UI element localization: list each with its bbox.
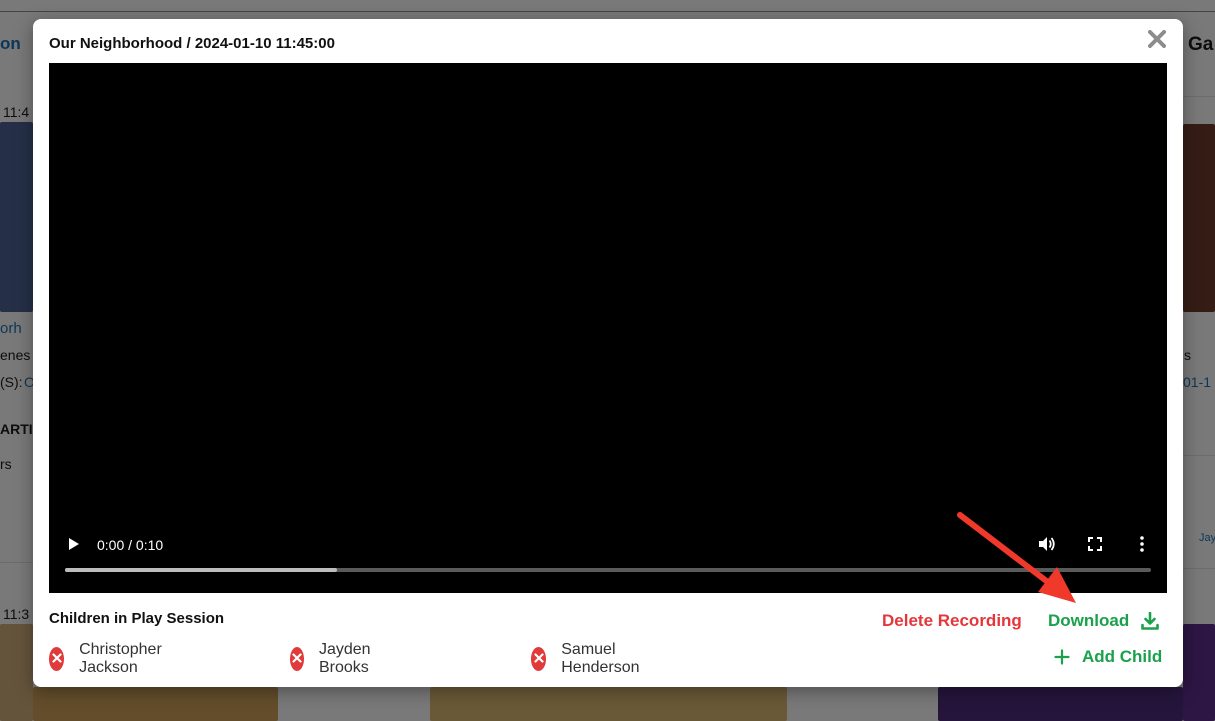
play-button[interactable] [63,535,85,557]
video-time-display: 0:00 / 0:10 [97,537,164,553]
play-icon [68,537,80,556]
fullscreen-icon [1088,536,1102,556]
remove-child-button[interactable] [49,647,65,671]
close-icon [292,650,302,668]
add-child-button[interactable]: Add Child [1054,647,1162,667]
child-name: Samuel Henderson [561,641,640,676]
add-child-label: Add Child [1082,647,1163,666]
children-section-title: Children in Play Session [49,610,225,627]
child-name: Jayden Brooks [318,641,371,676]
child-name: Christopher Jackson [79,641,162,676]
remove-child-button[interactable] [531,647,547,671]
close-button[interactable] [1145,29,1169,53]
volume-icon [1038,536,1056,557]
more-options-button[interactable] [1131,535,1153,557]
fullscreen-button[interactable] [1083,535,1107,557]
close-icon [1148,29,1166,53]
delete-recording-button[interactable]: Delete Recording [882,611,1022,631]
video-player[interactable]: 0:00 / 0:10 [49,63,1167,593]
child-chip: Jayden Brooks [290,641,381,676]
close-icon [534,650,544,668]
video-progress-fill [65,568,337,572]
plus-icon [1054,649,1070,665]
download-label: Download [1048,611,1130,630]
close-icon [51,650,62,668]
child-chip: Samuel Henderson [531,641,648,676]
recording-modal: Our Neighborhood / 2024-01-10 11:45:00 0… [33,19,1183,687]
child-chip: Christopher Jackson [49,641,171,676]
more-options-icon [1140,535,1144,557]
modal-title: Our Neighborhood / 2024-01-10 11:45:00 [49,35,335,52]
download-icon [1141,612,1160,630]
remove-child-button[interactable] [290,647,304,671]
video-progress-bar[interactable] [65,568,1151,572]
download-button[interactable]: Download [1048,611,1160,631]
volume-button[interactable] [1035,535,1059,557]
